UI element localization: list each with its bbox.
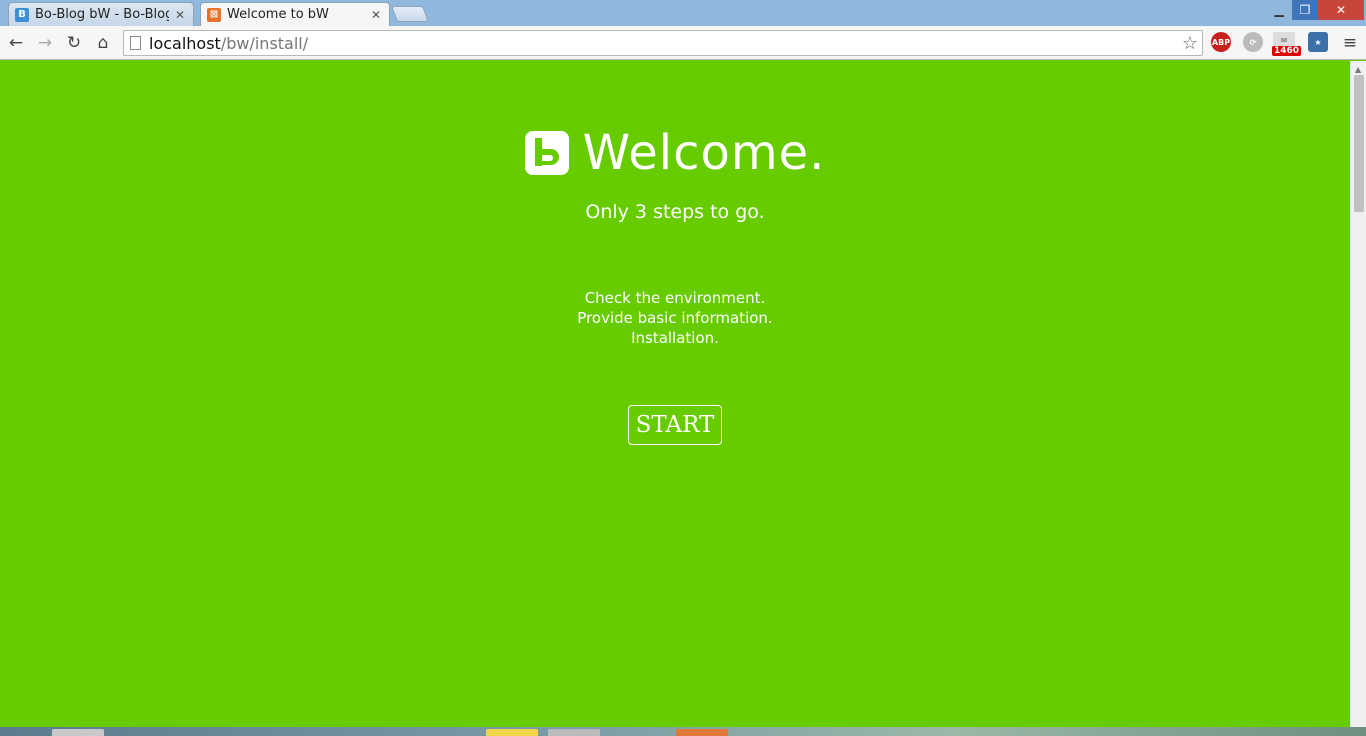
bw-logo-icon	[524, 131, 569, 175]
taskbar-item[interactable]	[548, 729, 600, 736]
scroll-thumb[interactable]	[1354, 75, 1364, 212]
mail-count-badge: 1460	[1272, 46, 1302, 56]
scroll-up-icon[interactable]: ▲	[1355, 65, 1361, 74]
tab-strip: B Bo-Blog bW - Bo-Blog ✕ ⊠ Welcome to bW…	[0, 0, 1366, 26]
step-item: Check the environment.	[584, 289, 766, 307]
vertical-scrollbar[interactable]: ▲	[1350, 61, 1366, 727]
bookmark-manager-icon[interactable]: ★	[1308, 32, 1328, 52]
xampp-favicon-icon: ⊠	[207, 7, 221, 22]
step-item: Provide basic information.	[577, 309, 773, 327]
close-window-icon[interactable]: ✕	[1318, 0, 1364, 20]
step-item: Installation.	[631, 329, 719, 347]
close-tab-icon[interactable]: ✕	[175, 8, 185, 22]
url-path: /bw/install/	[220, 33, 309, 53]
close-tab-icon[interactable]: ✕	[371, 8, 381, 22]
adblock-plus-icon[interactable]: ABP	[1211, 32, 1231, 52]
taskbar-item[interactable]	[52, 729, 104, 736]
start-wrapper: START	[0, 405, 1350, 445]
tab-welcome[interactable]: ⊠ Welcome to bW ✕	[200, 2, 390, 26]
url-host: localhost	[149, 33, 221, 53]
install-page: Welcome. Only 3 steps to go. Check the e…	[0, 61, 1350, 727]
sync-icon[interactable]: ⟳	[1243, 32, 1263, 52]
bookmark-star-icon[interactable]: ☆	[1182, 33, 1198, 54]
new-tab-button[interactable]	[391, 6, 429, 22]
welcome-header: Welcome.	[0, 125, 1350, 181]
restore-icon[interactable]: ❐	[1292, 0, 1318, 20]
menu-icon[interactable]: ≡	[1338, 31, 1362, 55]
page-icon	[130, 36, 141, 50]
minimize-icon[interactable]: ▁	[1266, 0, 1292, 20]
page-title: Welcome.	[582, 125, 826, 181]
taskbar-item[interactable]	[486, 729, 538, 736]
reload-icon[interactable]: ↻	[62, 31, 86, 55]
forward-icon[interactable]: →	[33, 31, 57, 55]
tab-title: Welcome to bW	[227, 7, 329, 22]
taskbar-item[interactable]	[676, 729, 728, 736]
back-icon[interactable]: ←	[4, 31, 28, 55]
tab-title: Bo-Blog bW - Bo-Blog	[35, 7, 169, 22]
home-icon[interactable]: ⌂	[91, 31, 115, 55]
address-bar[interactable]: localhost/bw/install/ ☆	[123, 30, 1203, 56]
tab-bo-blog[interactable]: B Bo-Blog bW - Bo-Blog ✕	[8, 2, 194, 26]
steps-list: Check the environment. Provide basic inf…	[0, 288, 1350, 348]
start-button[interactable]: START	[627, 405, 723, 445]
page-subtitle: Only 3 steps to go.	[585, 201, 765, 223]
browser-toolbar: ← → ↻ ⌂ localhost/bw/install/ ☆ ABP ⟳ ✉ …	[0, 26, 1366, 60]
bo-blog-favicon-icon: B	[15, 7, 29, 22]
